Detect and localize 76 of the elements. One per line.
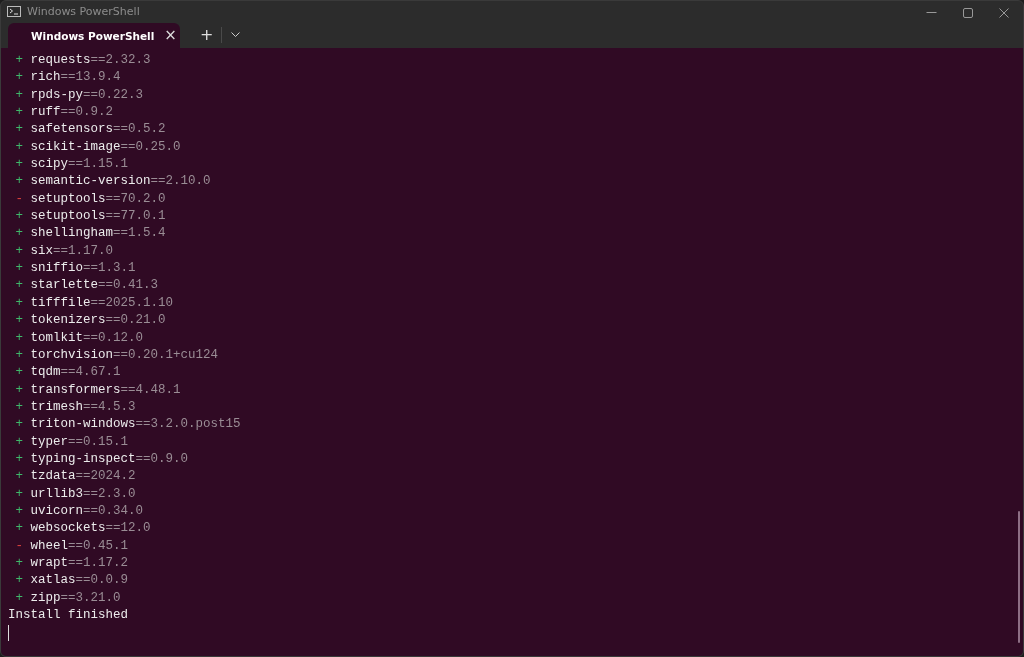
package-line: tqdm==4.67.1 [30,364,121,382]
package-line: torchvision==0.20.1+cu124 [30,346,219,364]
diff-sign: + [15,225,23,243]
diff-sign: + [15,433,23,451]
new-tab-button[interactable]: + [200,27,214,43]
package-line: setuptools==70.2.0 [30,190,166,208]
package-line: tzdata==2024.2 [30,468,136,486]
diff-sign: + [15,398,23,416]
package-line: wheel==0.45.1 [30,537,129,555]
package-line: requests==2.32.3 [30,52,151,69]
diff-sign: + [15,277,23,295]
package-line: tokenizers==0.21.0 [30,312,166,330]
diff-sign: + [15,589,23,607]
diff-sign: + [15,121,23,139]
diff-sign: + [15,381,23,399]
diff-sign: + [15,485,23,503]
package-line: tomlkit==0.12.0 [30,329,144,347]
tab-label: Windows PowerShell [31,29,155,42]
diff-sign: + [15,156,23,174]
diff-sign: + [15,468,23,486]
package-line: scikit-image==0.25.0 [30,138,181,156]
package-line: safetensors==0.5.2 [30,121,166,139]
package-line: rich==13.9.4 [30,69,121,87]
package-line: xatlas==0.0.9 [30,572,129,590]
diff-sign: + [15,346,23,364]
package-line: zipp==3.21.0 [30,589,121,607]
package-line: rpds-py==0.22.3 [30,86,144,104]
package-line: uvicorn==0.34.0 [30,502,144,520]
diff-sign: + [15,52,23,69]
diff-sign: + [15,104,23,122]
diff-sign: + [15,294,23,312]
diff-sign: - [15,190,23,208]
package-line: six==1.17.0 [30,242,114,260]
diff-sign: + [15,138,23,156]
diff-sign: + [15,416,23,434]
package-line: typer==0.15.1 [30,433,129,451]
chevron-down-icon[interactable] [231,32,241,38]
package-line: ruff==0.9.2 [30,104,114,122]
maximize-icon[interactable] [963,7,973,18]
diff-sign: + [15,364,23,382]
close-icon[interactable] [999,7,1009,18]
package-line: semantic-version==2.10.0 [30,173,211,191]
package-line: urllib3==2.3.0 [30,485,136,503]
package-line: typing-inspect==0.9.0 [30,450,189,468]
close-tab-button[interactable]: × [164,28,177,43]
package-line: shellingham==1.5.4 [30,225,166,243]
terminal-output-text: Install finished [8,607,129,624]
package-line: websockets==12.0 [30,520,151,538]
diff-sign: + [15,450,23,468]
window-title: Windows PowerShell [27,5,140,18]
diff-sign: + [15,173,23,191]
package-line: transformers==4.48.1 [30,381,181,399]
diff-sign: + [15,242,23,260]
diff-sign: + [15,312,23,330]
package-line: scipy==1.15.1 [30,156,129,174]
package-line: sniffio==1.3.1 [30,260,136,278]
diff-sign: + [15,260,23,278]
package-line: tifffile==2025.1.10 [30,294,174,312]
terminal-tab[interactable]: Windows PowerShell × [8,23,180,48]
diff-sign: + [15,208,23,226]
diff-sign: + [15,520,23,538]
terminal-icon [7,6,21,17]
text-cursor [8,625,9,642]
diff-sign: + [15,554,23,572]
package-line: wrapt==1.17.2 [30,554,129,572]
package-line: starlette==0.41.3 [30,277,159,295]
diff-sign: + [15,86,23,104]
package-line: setuptools==77.0.1 [30,208,166,226]
diff-sign: + [15,69,23,87]
package-line: triton-windows==3.2.0.post15 [30,416,241,434]
diff-sign: + [15,572,23,590]
diff-sign: + [15,329,23,347]
diff-sign: + [15,502,23,520]
scrollbar-thumb[interactable] [1018,511,1020,643]
diff-sign: - [15,537,23,555]
package-line: trimesh==4.5.3 [30,398,136,416]
